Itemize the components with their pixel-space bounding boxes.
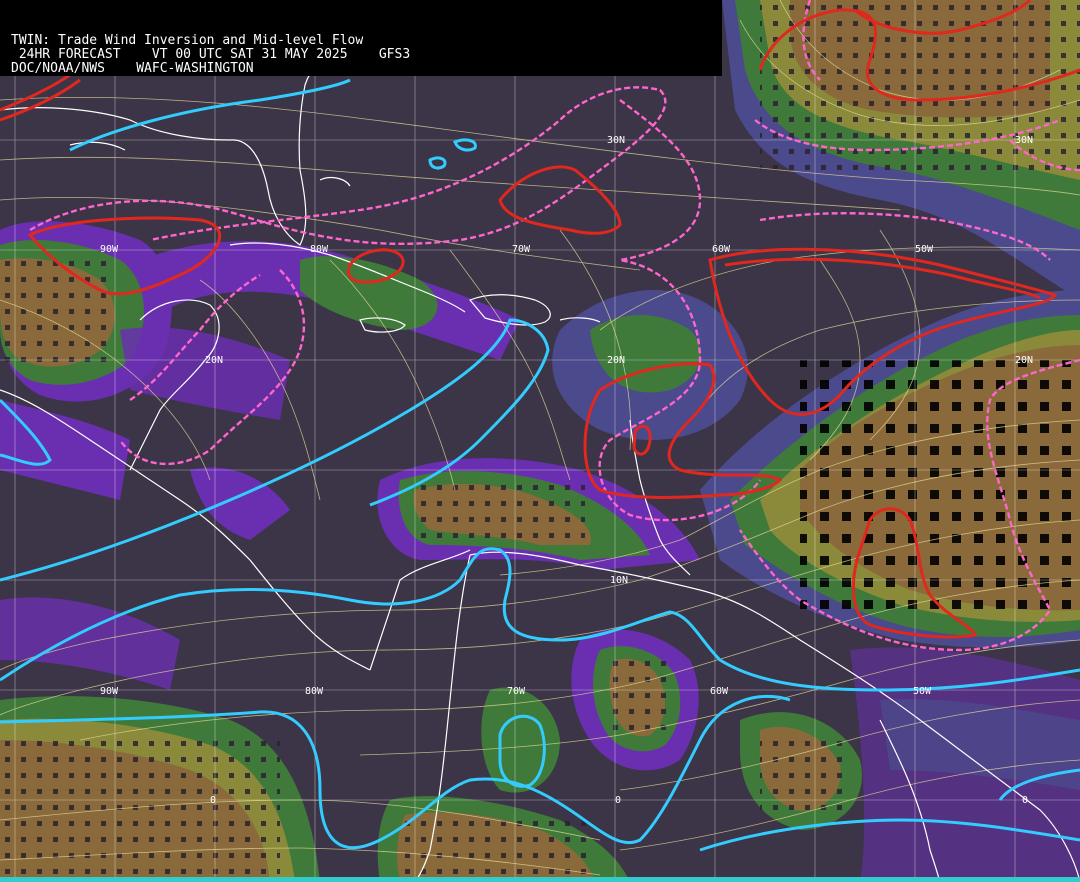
lon-label: 50W [915, 244, 934, 255]
bottom-border [0, 877, 1080, 882]
map-canvas: 90W 80W 70W 60W 50W 90W 80W 70W 60W 50W … [0, 0, 1080, 882]
lon-label: 70W [512, 244, 531, 255]
lon-label: 80W [310, 244, 329, 255]
lat-label: 0 [615, 795, 621, 806]
lon-label: 60W [710, 686, 729, 697]
map-title: TWIN: Trade Wind Inversion and Mid-level… [11, 33, 364, 48]
lat-label: 0 [210, 795, 216, 806]
lon-label: 80W [305, 686, 324, 697]
twin-map-viewer: 90W 80W 70W 60W 50W 90W 80W 70W 60W 50W … [0, 0, 1080, 882]
lat-label: 10N [610, 575, 628, 586]
lat-label: 30N [1015, 135, 1033, 146]
map-header: TWIN: Trade Wind Inversion and Mid-level… [0, 0, 722, 76]
lat-label: 20N [205, 355, 223, 366]
agency-line: DOC/NOAA/NWS WAFC-WASHINGTON [11, 61, 254, 76]
forecast-line: 24HR FORECAST VT 00 UTC SAT 31 MAY 2025 … [11, 47, 411, 62]
lon-label: 60W [712, 244, 731, 255]
lon-label: 90W [100, 244, 119, 255]
lat-label: 0 [1022, 795, 1028, 806]
lat-label: 20N [1015, 355, 1033, 366]
lon-label: 70W [507, 686, 526, 697]
lon-label: 50W [913, 686, 932, 697]
lon-label: 90W [100, 686, 119, 697]
lat-label: 20N [607, 355, 625, 366]
lat-label: 30N [607, 135, 625, 146]
